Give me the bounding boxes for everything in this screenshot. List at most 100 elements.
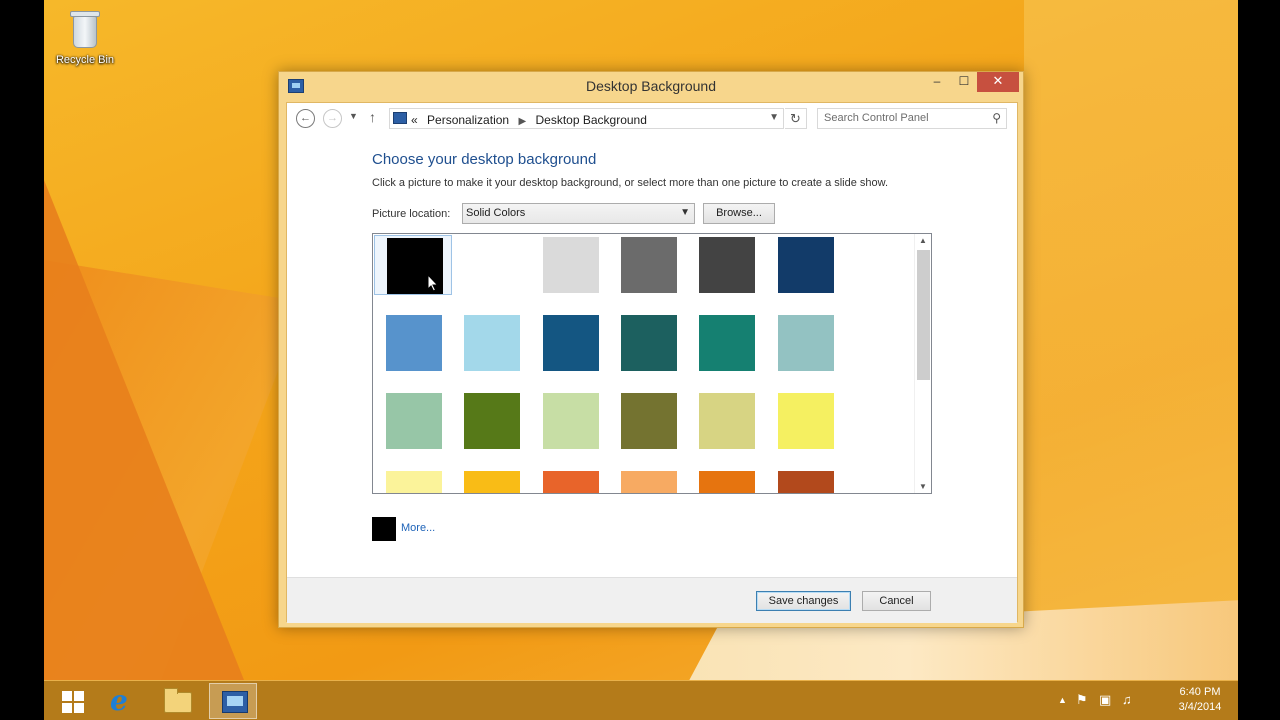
internet-explorer-icon: e [110,684,128,717]
color-swatch-fill [542,315,599,371]
internet-explorer-button[interactable]: e [98,683,146,719]
page-description: Click a picture to make it your desktop … [372,177,889,189]
color-swatch-fill [777,237,834,293]
breadcrumb-separator-icon: ▶ [518,116,527,127]
picture-location-label: Picture location: [372,208,451,220]
color-swatch[interactable] [374,235,452,295]
color-swatch[interactable] [687,313,765,373]
color-swatch[interactable] [452,235,530,295]
color-swatch[interactable] [609,313,687,373]
address-dropdown-icon[interactable]: ▼ [769,112,779,123]
windows-logo-icon [62,691,84,713]
color-swatch[interactable] [687,469,765,493]
color-swatch[interactable] [609,391,687,451]
title-bar[interactable]: Desktop Background – ☐ ✕ [279,72,1023,102]
color-swatch[interactable] [374,391,452,451]
wallpaper-shape [44,180,244,680]
network-icon[interactable]: ▣ [1099,692,1111,708]
window-title: Desktop Background [586,78,716,94]
color-swatch[interactable] [374,313,452,373]
search-icon[interactable]: ⚲ [992,111,1001,125]
up-button[interactable]: ↑ [369,109,376,125]
recycle-bin-icon [68,8,102,50]
cancel-button[interactable]: Cancel [862,591,931,611]
close-button[interactable]: ✕ [977,72,1019,92]
clock[interactable]: 6:40 PM 3/4/2014 [1172,685,1228,715]
start-button[interactable] [50,683,98,719]
clock-date: 3/4/2014 [1178,701,1222,713]
breadcrumb: « Personalization ▶ Desktop Background [411,113,647,127]
color-swatch[interactable] [531,313,609,373]
color-swatch[interactable] [766,235,844,295]
color-swatch-fill [699,315,756,371]
color-swatch[interactable] [452,469,530,493]
picture-location-value: Solid Colors [466,207,526,219]
color-swatch-fill [620,315,677,371]
letterbox-right [1238,0,1280,720]
forward-button[interactable]: → [323,109,342,128]
color-swatch-fill [386,393,442,449]
flag-icon[interactable]: ⚑ [1076,692,1088,708]
color-gallery[interactable]: ▲ ▼ [372,233,932,494]
minimize-button[interactable]: – [924,72,950,92]
color-swatch[interactable] [766,391,844,451]
color-swatch-fill [777,315,834,371]
taskbar: e ▲ ⚑ ▣ ♫ 6:40 PM 3/4/2014 [44,680,1238,720]
control-panel-taskbar-button[interactable] [209,683,257,719]
color-swatch[interactable] [531,391,609,451]
color-swatch[interactable] [687,235,765,295]
search-input[interactable] [824,112,982,124]
gallery-scrollbar[interactable]: ▲ ▼ [914,234,931,493]
color-swatch[interactable] [766,469,844,493]
breadcrumb-overflow[interactable]: « [411,113,418,127]
color-swatch-fill [699,237,756,293]
current-color-swatch [372,517,396,541]
color-swatch[interactable] [374,469,452,493]
letterbox-left [0,0,44,720]
browse-button[interactable]: Browse... [703,203,775,224]
color-swatch[interactable] [609,469,687,493]
color-swatch[interactable] [531,469,609,493]
recent-locations-button[interactable]: ▼ [349,111,358,121]
control-panel-icon [393,112,407,124]
refresh-button[interactable]: ↻ [785,108,807,129]
chevron-down-icon: ▼ [680,207,690,218]
color-swatch[interactable] [766,313,844,373]
color-swatch-fill [464,237,521,293]
color-swatch[interactable] [687,391,765,451]
scroll-thumb[interactable] [917,250,930,380]
color-swatch[interactable] [609,235,687,295]
breadcrumb-item-personalization[interactable]: Personalization [427,113,509,127]
clock-time: 6:40 PM [1179,686,1221,698]
picture-location-select[interactable]: Solid Colors ▼ [462,203,695,224]
color-swatch-fill [620,237,677,293]
breadcrumb-item-desktop-background[interactable]: Desktop Background [535,113,646,127]
color-swatch-fill [542,471,599,493]
color-swatch[interactable] [531,235,609,295]
address-bar[interactable]: « Personalization ▶ Desktop Background ▼ [389,108,784,129]
color-swatch[interactable] [452,391,530,451]
color-swatch-fill [542,393,599,449]
back-button[interactable]: ← [296,109,315,128]
file-explorer-button[interactable] [154,683,202,719]
save-changes-button[interactable]: Save changes [756,591,851,611]
system-tray: ▲ ⚑ ▣ ♫ 6:40 PM 3/4/2014 [1058,681,1228,720]
color-swatch[interactable] [452,313,530,373]
desktop-icon-recycle-bin[interactable]: Recycle Bin [50,8,120,66]
color-swatch-fill [620,471,677,493]
more-colors-link[interactable]: More... [401,522,435,534]
search-box[interactable]: ⚲ [817,108,1007,129]
scroll-down-icon[interactable]: ▼ [915,482,931,491]
color-swatch-fill [386,471,442,493]
desktop-icon-label: Recycle Bin [55,54,115,66]
show-hidden-icons-icon[interactable]: ▲ [1058,695,1067,705]
color-swatch-fill [464,393,521,449]
wallpaper-shape [1024,0,1238,620]
color-swatch-fill [699,471,756,493]
scroll-up-icon[interactable]: ▲ [915,236,931,245]
color-swatch-fill [620,393,677,449]
window-client: ← → ▼ ↑ « Personalization ▶ Desktop Back… [286,102,1018,623]
maximize-button[interactable]: ☐ [951,72,977,92]
dialog-footer: Save changes Cancel [287,577,1017,623]
volume-icon[interactable]: ♫ [1122,692,1132,707]
